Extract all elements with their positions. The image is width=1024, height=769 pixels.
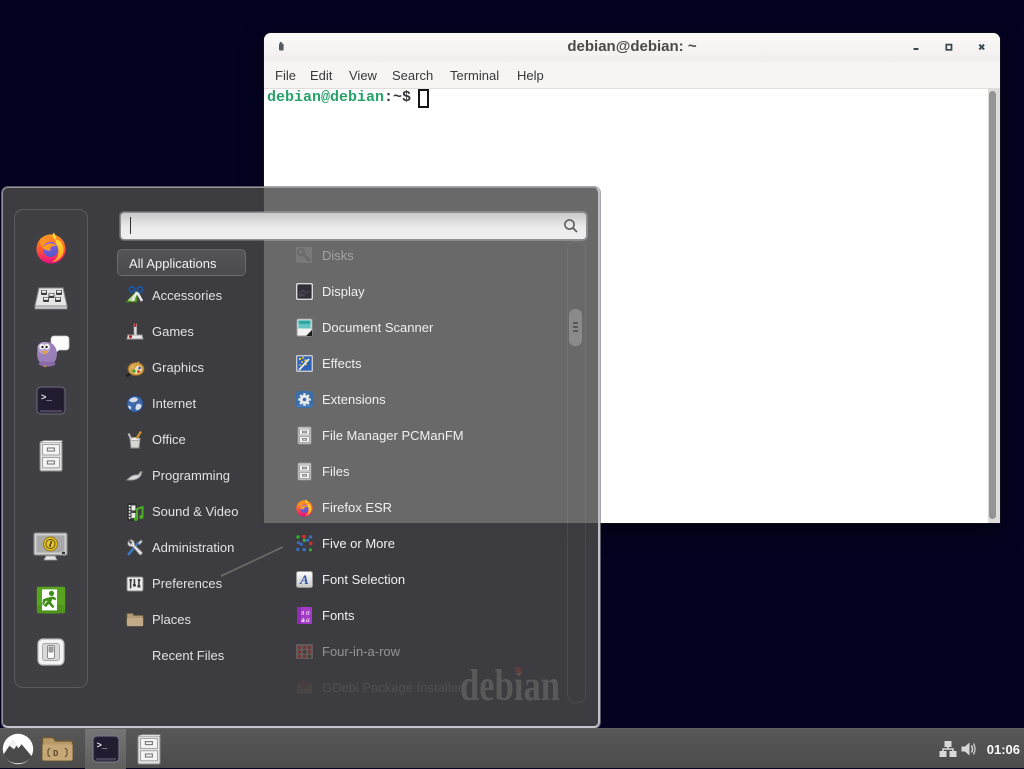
- svg-text:>_: >_: [97, 741, 108, 751]
- svg-text:a: a: [306, 615, 310, 624]
- svg-text:D: D: [53, 749, 59, 759]
- svg-text:>_: >_: [41, 393, 52, 403]
- svg-text:A: A: [299, 572, 309, 587]
- svg-text:a: a: [301, 615, 305, 624]
